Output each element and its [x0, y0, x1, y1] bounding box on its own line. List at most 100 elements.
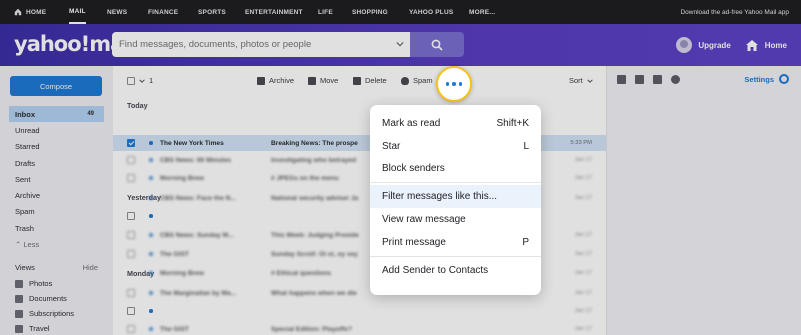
message-toolbar: 1 Archive Move Delete Spam Sort: [113, 66, 606, 94]
ellipsis-icon: [452, 82, 456, 86]
views-hide-link[interactable]: Hide: [83, 263, 98, 276]
sidebar: Compose Inbox 49 Unread Starred Drafts S…: [0, 66, 113, 335]
more-actions-button[interactable]: [436, 66, 472, 102]
app-promo-link[interactable]: Download the ad-free Yahoo Mail app: [680, 0, 789, 24]
help-icon[interactable]: [671, 75, 680, 84]
sidebar-item-travel[interactable]: Travel: [9, 321, 104, 335]
archive-label: Archive: [269, 76, 295, 85]
row-checkbox[interactable]: [127, 250, 135, 258]
row-checkbox[interactable]: [127, 307, 135, 315]
notepad-icon[interactable]: [653, 75, 662, 84]
nav-more-label: MORE...: [469, 8, 496, 16]
documents-icon: [15, 294, 23, 303]
row-sender: CBS News: Face the N...: [160, 194, 236, 202]
more-actions-menu: Mark as read Shift+K Star L Block sender…: [370, 105, 541, 295]
menu-item-mark-as-read[interactable]: Mark as read Shift+K: [370, 112, 541, 135]
row-checkbox[interactable]: [127, 325, 135, 333]
table-row[interactable]: The GIST Special Edition: Playoffs? Jan …: [113, 321, 606, 335]
contacts-icon[interactable]: [617, 75, 626, 84]
date-group-today: Today: [127, 101, 148, 110]
ellipsis-icon: [445, 82, 450, 86]
top-nav: HOME MAIL NEWS FINANCE SPORTS ENTERTAINM…: [0, 0, 801, 24]
sidebar-item-label: Photos: [29, 279, 53, 288]
sidebar-item-inbox[interactable]: Inbox 49: [9, 106, 104, 123]
chevron-down-icon[interactable]: [139, 78, 145, 84]
sidebar-item-photos[interactable]: Photos: [9, 276, 104, 291]
nav-more[interactable]: MORE...: [469, 0, 495, 24]
nav-mail[interactable]: MAIL: [69, 0, 86, 24]
calendar-icon[interactable]: [635, 75, 644, 84]
menu-item-label: Star: [382, 140, 401, 152]
upgrade-link[interactable]: Upgrade: [676, 37, 731, 53]
nav-mail-label: MAIL: [69, 7, 86, 15]
sidebar-item-trash[interactable]: Trash: [9, 220, 104, 236]
sidebar-item-spam[interactable]: Spam: [9, 204, 104, 220]
sidebar-item-label: Spam: [15, 207, 35, 217]
unread-dot: [149, 176, 153, 180]
menu-item-add-sender-to-contacts[interactable]: Add Sender to Contacts: [370, 259, 541, 282]
folder-move-icon: [308, 76, 316, 85]
menu-item-print-message[interactable]: Print message P: [370, 231, 541, 254]
settings-button[interactable]: Settings: [744, 74, 789, 84]
sidebar-item-starred[interactable]: Starred: [9, 139, 104, 155]
nav-shopping[interactable]: SHOPPING: [352, 0, 388, 24]
nav-life[interactable]: LIFE: [318, 0, 333, 24]
archive-button[interactable]: Archive: [257, 76, 294, 85]
sidebar-item-documents[interactable]: Documents: [9, 291, 104, 306]
nav-yahoo-plus[interactable]: YAHOO PLUS: [409, 0, 453, 24]
compose-button[interactable]: Compose: [10, 76, 102, 96]
nav-sports[interactable]: SPORTS: [198, 0, 226, 24]
row-checkbox[interactable]: [127, 139, 135, 147]
row-checkbox[interactable]: [127, 174, 135, 182]
search-input[interactable]: [119, 39, 389, 50]
menu-item-block-senders[interactable]: Block senders: [370, 158, 541, 181]
menu-item-view-raw-message[interactable]: View raw message: [370, 208, 541, 231]
search-icon: [431, 39, 443, 51]
menu-item-filter-messages[interactable]: Filter messages like this...: [370, 185, 541, 209]
row-subject: Special Edition: Playoffs?: [271, 325, 352, 333]
nav-entertainment[interactable]: ENTERTAINMENT: [245, 0, 303, 24]
row-checkbox[interactable]: [127, 289, 135, 297]
delete-button[interactable]: Delete: [353, 76, 387, 85]
table-row[interactable]: Jan 17: [113, 303, 606, 319]
sidebar-item-archive[interactable]: Archive: [9, 187, 104, 203]
chevron-down-icon[interactable]: [396, 40, 404, 48]
select-all-checkbox[interactable]: [127, 76, 135, 85]
unread-dot: [149, 291, 153, 295]
select-all-control[interactable]: 1: [127, 76, 153, 85]
row-date: Jan 17: [574, 251, 592, 257]
menu-item-shortcut: Shift+K: [496, 117, 529, 129]
menu-item-star[interactable]: Star L: [370, 135, 541, 158]
nav-finance[interactable]: FINANCE: [148, 0, 178, 24]
row-checkbox[interactable]: [127, 212, 135, 220]
sidebar-item-label: Sent: [15, 174, 31, 184]
unread-dot: [149, 233, 153, 237]
sidebar-item-sent[interactable]: Sent: [9, 171, 104, 187]
row-sender: Morning Brew: [160, 269, 204, 277]
spam-button[interactable]: Spam: [401, 76, 433, 85]
sidebar-item-label: Drafts: [15, 158, 36, 168]
sort-button[interactable]: Sort: [569, 76, 593, 85]
photos-icon: [15, 279, 23, 288]
sidebar-less-toggle[interactable]: ⌃ Less: [9, 236, 104, 252]
sidebar-item-unread[interactable]: Unread: [9, 122, 104, 138]
search-box[interactable]: [112, 32, 410, 57]
row-checkbox[interactable]: [127, 156, 135, 164]
move-button[interactable]: Move: [308, 76, 338, 85]
sidebar-item-subscriptions[interactable]: Subscriptions: [9, 306, 104, 321]
nav-news[interactable]: NEWS: [107, 0, 127, 24]
row-checkbox[interactable]: [127, 231, 135, 239]
sort-label: Sort: [569, 76, 583, 85]
nav-home[interactable]: HOME: [14, 0, 46, 24]
home-link[interactable]: Home: [745, 39, 787, 52]
views-heading: Views: [15, 263, 35, 272]
search-button[interactable]: [410, 32, 464, 57]
menu-item-shortcut: L: [523, 140, 529, 152]
sidebar-item-label: Travel: [29, 324, 50, 333]
reading-pane: Settings: [606, 66, 801, 335]
row-sender: CBS News: Sunday M...: [160, 231, 234, 239]
avatar[interactable]: [676, 37, 693, 53]
selected-count: 1: [149, 76, 154, 85]
menu-item-label: Filter messages like this...: [382, 191, 498, 203]
sidebar-item-drafts[interactable]: Drafts: [9, 155, 104, 171]
